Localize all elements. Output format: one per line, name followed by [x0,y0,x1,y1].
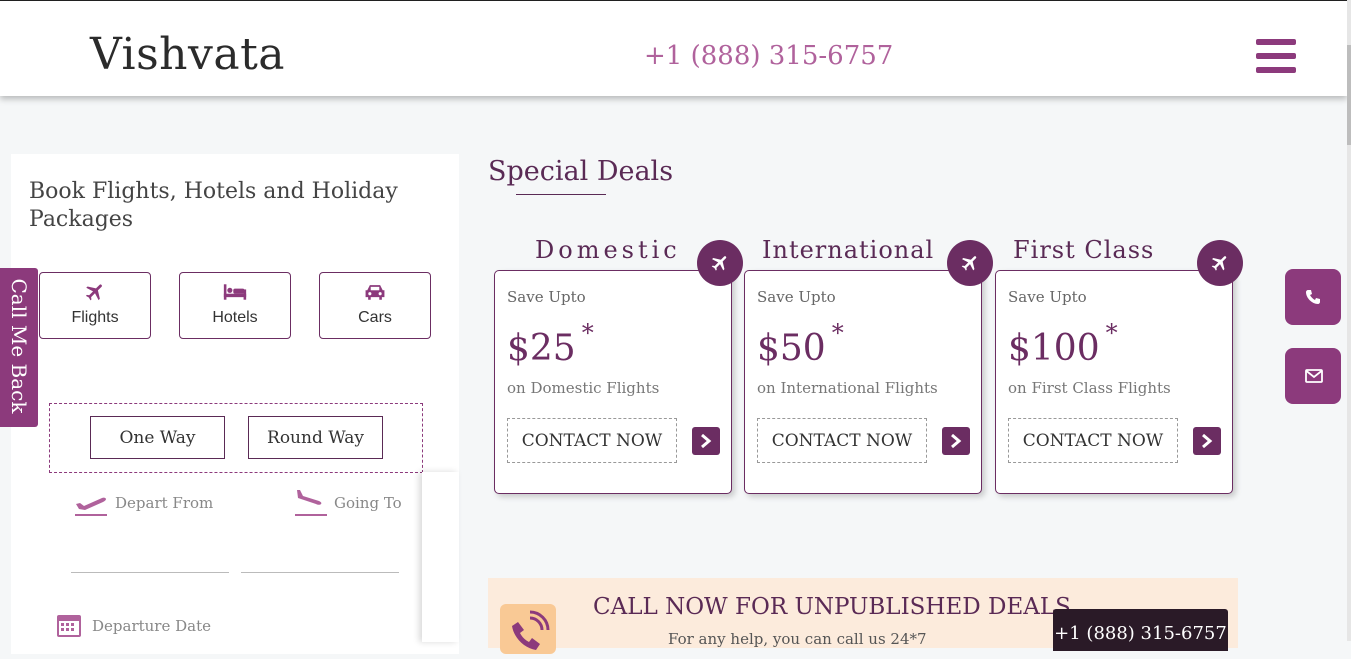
call-me-back-tab[interactable]: Call Me Back [0,268,38,427]
save-upto-label: Save Upto [757,288,836,306]
site-header: Vishvata +1 (888) 315-6757 [0,1,1347,96]
deal-price: $25 * [507,319,594,369]
banner-phone-button[interactable]: +1 (888) 315-6757 [1053,609,1228,651]
special-deals-title: Special Deals [488,156,674,187]
header-phone-link[interactable]: +1 (888) 315-6757 [644,41,893,71]
plane-icon [697,240,743,286]
site-logo[interactable]: Vishvata [90,29,285,80]
deal-description: on First Class Flights [1008,379,1171,397]
chevron-right-icon[interactable] [1193,427,1221,455]
tab-flights-label: Flights [71,309,119,326]
departure-date-label: Departure Date [92,617,211,635]
hamburger-menu-icon[interactable] [1256,39,1296,73]
plane-icon [947,240,993,286]
panel-edge [422,472,459,642]
calendar-icon [57,615,81,637]
deal-description: on Domestic Flights [507,379,660,397]
landing-icon [295,490,327,516]
save-upto-label: Save Upto [1008,288,1087,306]
phone-icon [1306,290,1320,304]
banner-title: CALL NOW FOR UNPUBLISHED DEALS [593,594,1071,620]
email-button[interactable] [1285,348,1341,404]
deal-card-international: Save Upto $50 * on International Flights … [744,270,982,494]
takeoff-icon [75,497,107,516]
car-icon [365,285,385,300]
tab-hotels[interactable]: Hotels [179,272,291,339]
one-way-button[interactable]: One Way [90,416,225,459]
deals-title-underline [516,194,606,195]
plane-icon [85,284,102,301]
envelope-icon [1305,369,1323,383]
page-scrollbar[interactable] [1347,0,1351,641]
phone-button[interactable] [1285,269,1341,325]
call-me-back-label: Call Me Back [7,278,31,414]
chevron-right-icon[interactable] [942,427,970,455]
contact-now-button[interactable]: CONTACT NOW [507,418,677,463]
banner-subtitle: For any help, you can call us 24*7 [668,630,927,648]
save-upto-label: Save Upto [507,288,586,306]
bed-icon [223,284,247,300]
trip-type-group: One Way Round Way [49,403,423,473]
going-to-label: Going To [334,494,402,512]
deal-card-first-class: Save Upto $100 * on First Class Flights C… [995,270,1233,494]
booking-title: Book Flights, Hotels and Holiday Package… [29,179,398,232]
round-way-button[interactable]: Round Way [248,416,383,459]
tab-flights[interactable]: Flights [39,272,151,339]
phone-call-icon [500,604,556,654]
deal-heading-domestic: Domestic [535,236,681,264]
depart-from-input[interactable] [71,572,229,573]
deal-heading-international: International [762,236,935,264]
depart-from-label: Depart From [115,494,214,512]
contact-now-button[interactable]: CONTACT NOW [757,418,927,463]
booking-panel: Book Flights, Hotels and Holiday Package… [11,154,459,654]
plane-icon [1197,240,1243,286]
deal-description: on International Flights [757,379,938,397]
unpublished-deals-banner: CALL NOW FOR UNPUBLISHED DEALS For any h… [488,578,1238,654]
tab-hotels-label: Hotels [212,309,258,326]
tab-cars-label: Cars [358,309,392,326]
chevron-right-icon[interactable] [692,427,720,455]
deal-price: $100 * [1008,319,1118,369]
deal-card-domestic: Save Upto $25 * on Domestic Flights CONTA… [494,270,732,494]
deal-price: $50 * [757,319,844,369]
contact-now-button[interactable]: CONTACT NOW [1008,418,1178,463]
tab-cars[interactable]: Cars [319,272,431,339]
scrollbar-thumb[interactable] [1347,45,1351,145]
going-to-input[interactable] [241,572,399,573]
deal-heading-first-class: First Class [1013,236,1155,264]
